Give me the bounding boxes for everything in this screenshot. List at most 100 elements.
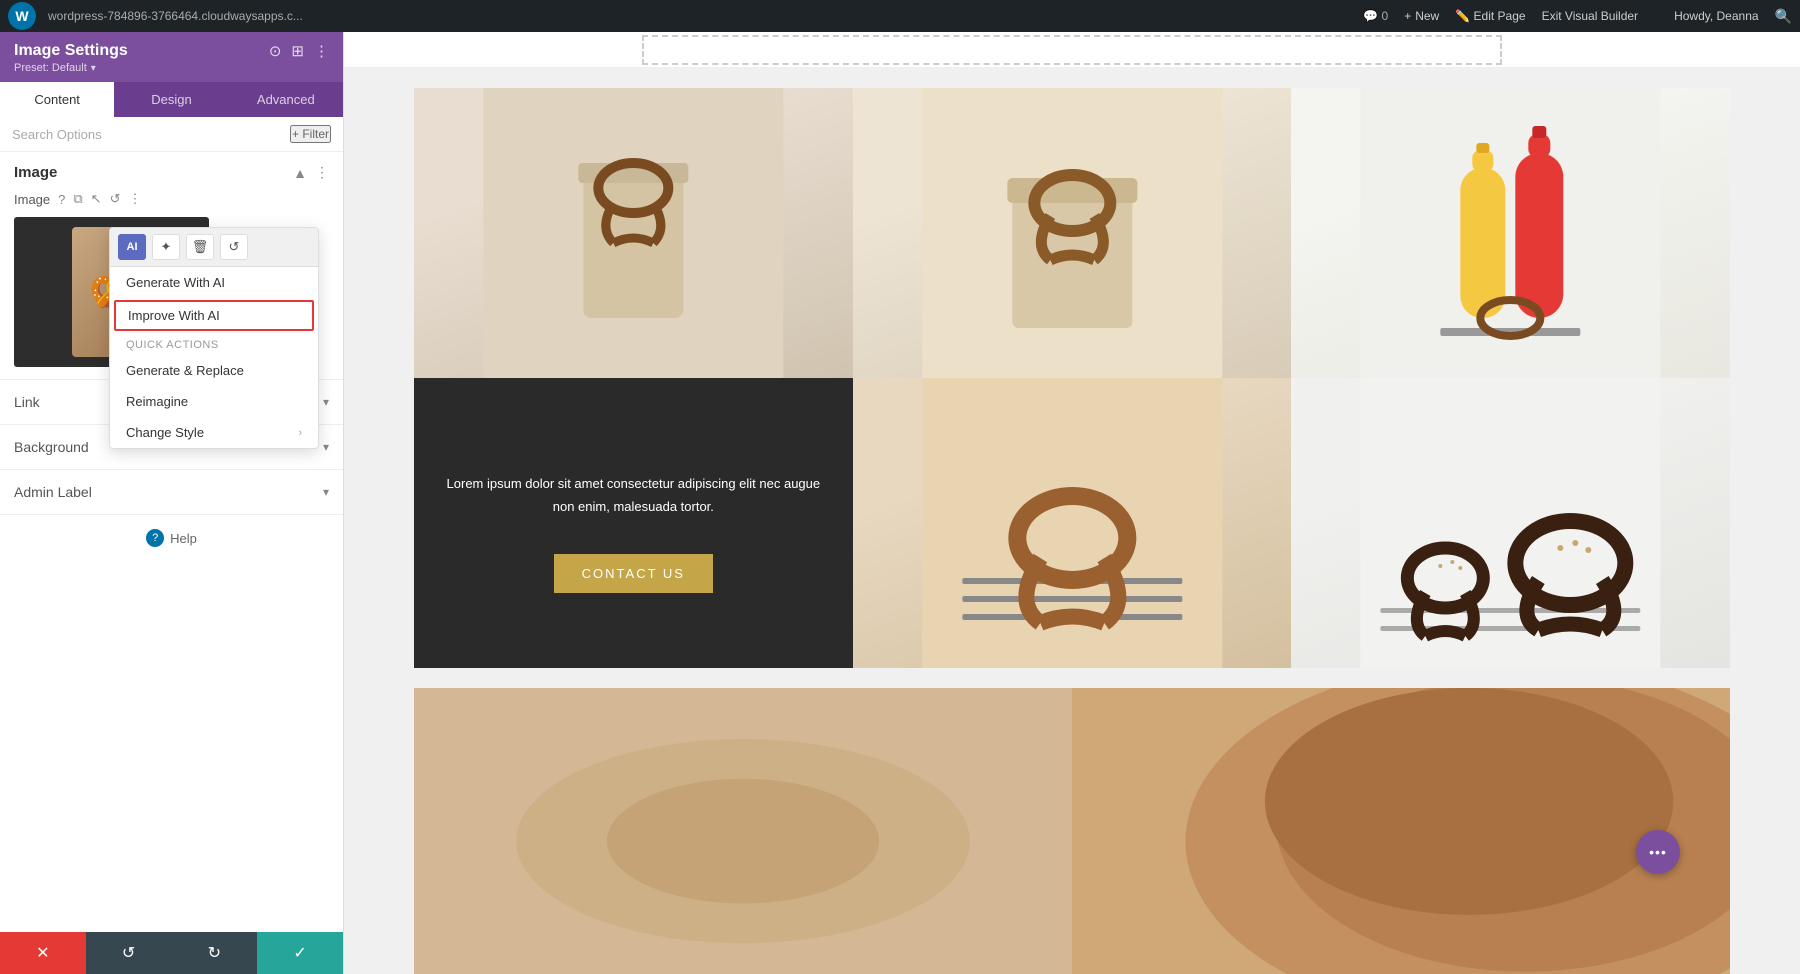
reset-button[interactable]: ↺ (220, 234, 248, 260)
sidebar: Image Settings ⊙ ⊞ ⋮ Preset: Default ▾ C… (0, 32, 344, 974)
image-more-icon[interactable]: ⋮ (128, 191, 141, 207)
change-style-item[interactable]: Change Style › (110, 417, 318, 448)
generate-with-ai-item[interactable]: Generate With AI (110, 267, 318, 298)
fab-icon: ••• (1649, 844, 1667, 860)
redo-icon: ↻ (208, 943, 221, 963)
image-control-row: Image ? ⧉ ↖ ↺ ⋮ (14, 191, 329, 207)
tab-design[interactable]: Design (114, 82, 228, 117)
link-collapse-icon[interactable]: ▾ (323, 395, 329, 409)
tab-advanced[interactable]: Advanced (229, 82, 343, 117)
image-section-icons: ▲ ⋮ (293, 164, 329, 181)
sidebar-preset[interactable]: Preset: Default ▾ (14, 62, 329, 74)
photo-cell-2[interactable] (853, 88, 1292, 378)
help-icon-small[interactable]: ? (58, 192, 65, 207)
sparkle-icon: ✦ (161, 239, 172, 255)
main-layout: Image Settings ⊙ ⊞ ⋮ Preset: Default ▾ C… (0, 32, 1800, 974)
help-section: ? Help (0, 515, 343, 561)
photo-grid: Lorem ipsum dolor sit amet consectetur a… (414, 88, 1730, 668)
pretzel-image-1 (414, 88, 853, 378)
image-section-title: Image (14, 164, 57, 181)
pretzel-rack-image (853, 378, 1292, 668)
image-label: Image (14, 192, 50, 207)
chevron-right-icon: › (298, 427, 302, 439)
trash-button[interactable]: 🗑 (186, 234, 214, 260)
text-cell: Lorem ipsum dolor sit amet consectetur a… (414, 378, 853, 668)
site-url: wordpress-784896-3766464.cloudwaysapps.c… (48, 9, 1351, 23)
reimagine-item[interactable]: Reimagine (110, 386, 318, 417)
bottom-left-image (414, 688, 1072, 974)
bottom-section (414, 688, 1730, 958)
bottom-right-cell (1072, 688, 1730, 974)
sidebar-header: Image Settings ⊙ ⊞ ⋮ Preset: Default ▾ (0, 32, 343, 82)
copy-icon[interactable]: ⧉ (73, 191, 82, 207)
reset-small-icon[interactable]: ↺ (110, 191, 121, 207)
trash-icon: 🗑 (192, 239, 209, 255)
ai-button[interactable]: AI (118, 234, 146, 260)
dropdown-toolbar: AI ✦ 🗑 ↺ (110, 228, 318, 267)
sidebar-search-bar: Search Options + Filter (0, 117, 343, 152)
contact-us-button[interactable]: CONTACT US (554, 554, 713, 593)
image-section-header[interactable]: Image ▲ ⋮ (14, 164, 329, 181)
reset-icon: ↺ (229, 239, 240, 255)
improve-with-ai-item[interactable]: Improve With AI (114, 300, 314, 331)
tab-content[interactable]: Content (0, 82, 114, 117)
main-content: Lorem ipsum dolor sit amet consectetur a… (344, 32, 1800, 974)
undo-button[interactable]: ↺ (86, 932, 172, 974)
cursor-icon[interactable]: ↖ (91, 191, 102, 207)
admin-label-collapse-icon[interactable]: ▾ (323, 485, 329, 499)
bottom-left-cell (414, 688, 1072, 974)
new-button[interactable]: + New (1404, 9, 1439, 23)
filter-button[interactable]: + Filter (290, 125, 331, 143)
quick-actions-label: Quick Actions (110, 333, 318, 355)
admin-label-header[interactable]: Admin Label ▾ (14, 484, 329, 500)
link-section-title: Link (14, 394, 40, 410)
sidebar-tabs: Content Design Advanced (0, 82, 343, 117)
lorem-text: Lorem ipsum dolor sit amet consectetur a… (414, 453, 853, 537)
admin-label-title: Admin Label (14, 484, 92, 500)
focus-icon[interactable]: ⊙ (269, 42, 282, 60)
bottles-image (1291, 88, 1730, 378)
sidebar-title-row: Image Settings ⊙ ⊞ ⋮ (14, 42, 329, 60)
howdy-label: Howdy, Deanna (1674, 9, 1759, 23)
collapse-icon[interactable]: ▲ (293, 165, 307, 181)
close-builder-button[interactable]: ✕ (0, 932, 86, 974)
sidebar-title: Image Settings (14, 42, 128, 60)
photo-cell-bottles[interactable] (1291, 88, 1730, 378)
generate-replace-item[interactable]: Generate & Replace (110, 355, 318, 386)
search-icon[interactable]: 🔍 (1775, 8, 1792, 25)
background-collapse-icon[interactable]: ▾ (323, 440, 329, 454)
redo-button[interactable]: ↻ (172, 932, 258, 974)
topbar: W wordpress-784896-3766464.cloudwaysapps… (0, 0, 1800, 32)
dropdown-menu: AI ✦ 🗑 ↺ Generate With AI Improve With A… (109, 227, 319, 449)
section-more-icon[interactable]: ⋮ (315, 164, 329, 181)
comment-icon[interactable]: 💬 0 (1363, 9, 1388, 23)
photo-cell-1[interactable] (414, 88, 853, 378)
help-button[interactable]: ? Help (146, 529, 197, 547)
sparkle-button[interactable]: ✦ (152, 234, 180, 260)
admin-label-section: Admin Label ▾ (0, 470, 343, 515)
help-circle-icon: ? (146, 529, 164, 547)
save-icon: ✓ (293, 943, 306, 963)
layout-icon[interactable]: ⊞ (291, 42, 304, 60)
fab-button[interactable]: ••• (1636, 830, 1680, 874)
preset-arrow-icon: ▾ (91, 63, 96, 74)
image-section: Image ▲ ⋮ Image ? ⧉ ↖ ↺ ⋮ 🥨 (0, 152, 343, 380)
edit-page-button[interactable]: ✏️ Edit Page (1455, 9, 1525, 23)
sidebar-header-icons: ⊙ ⊞ ⋮ (269, 42, 329, 60)
image-preview-container: 🥨 AI ✦ 🗑 ↺ (14, 217, 329, 367)
search-placeholder: Search Options (12, 127, 102, 142)
page-topbar-inner (642, 35, 1502, 65)
photo-cell-dark-pretzels[interactable] (1291, 378, 1730, 668)
save-button[interactable]: ✓ (257, 932, 343, 974)
pretzel-image-2 (853, 88, 1292, 378)
page-topbar (344, 32, 1800, 68)
more-icon[interactable]: ⋮ (314, 42, 329, 60)
background-section-title: Background (14, 439, 89, 455)
wp-logo: W (8, 2, 36, 30)
photo-cell-rack[interactable] (853, 378, 1292, 668)
bottom-toolbar: ✕ ↺ ↻ ✓ (0, 932, 343, 974)
exit-visual-builder-button[interactable]: Exit Visual Builder (1542, 9, 1639, 23)
close-icon: ✕ (36, 943, 49, 963)
topbar-right: 💬 0 + New ✏️ Edit Page Exit Visual Build… (1363, 8, 1792, 25)
dark-pretzels-image (1291, 378, 1730, 668)
